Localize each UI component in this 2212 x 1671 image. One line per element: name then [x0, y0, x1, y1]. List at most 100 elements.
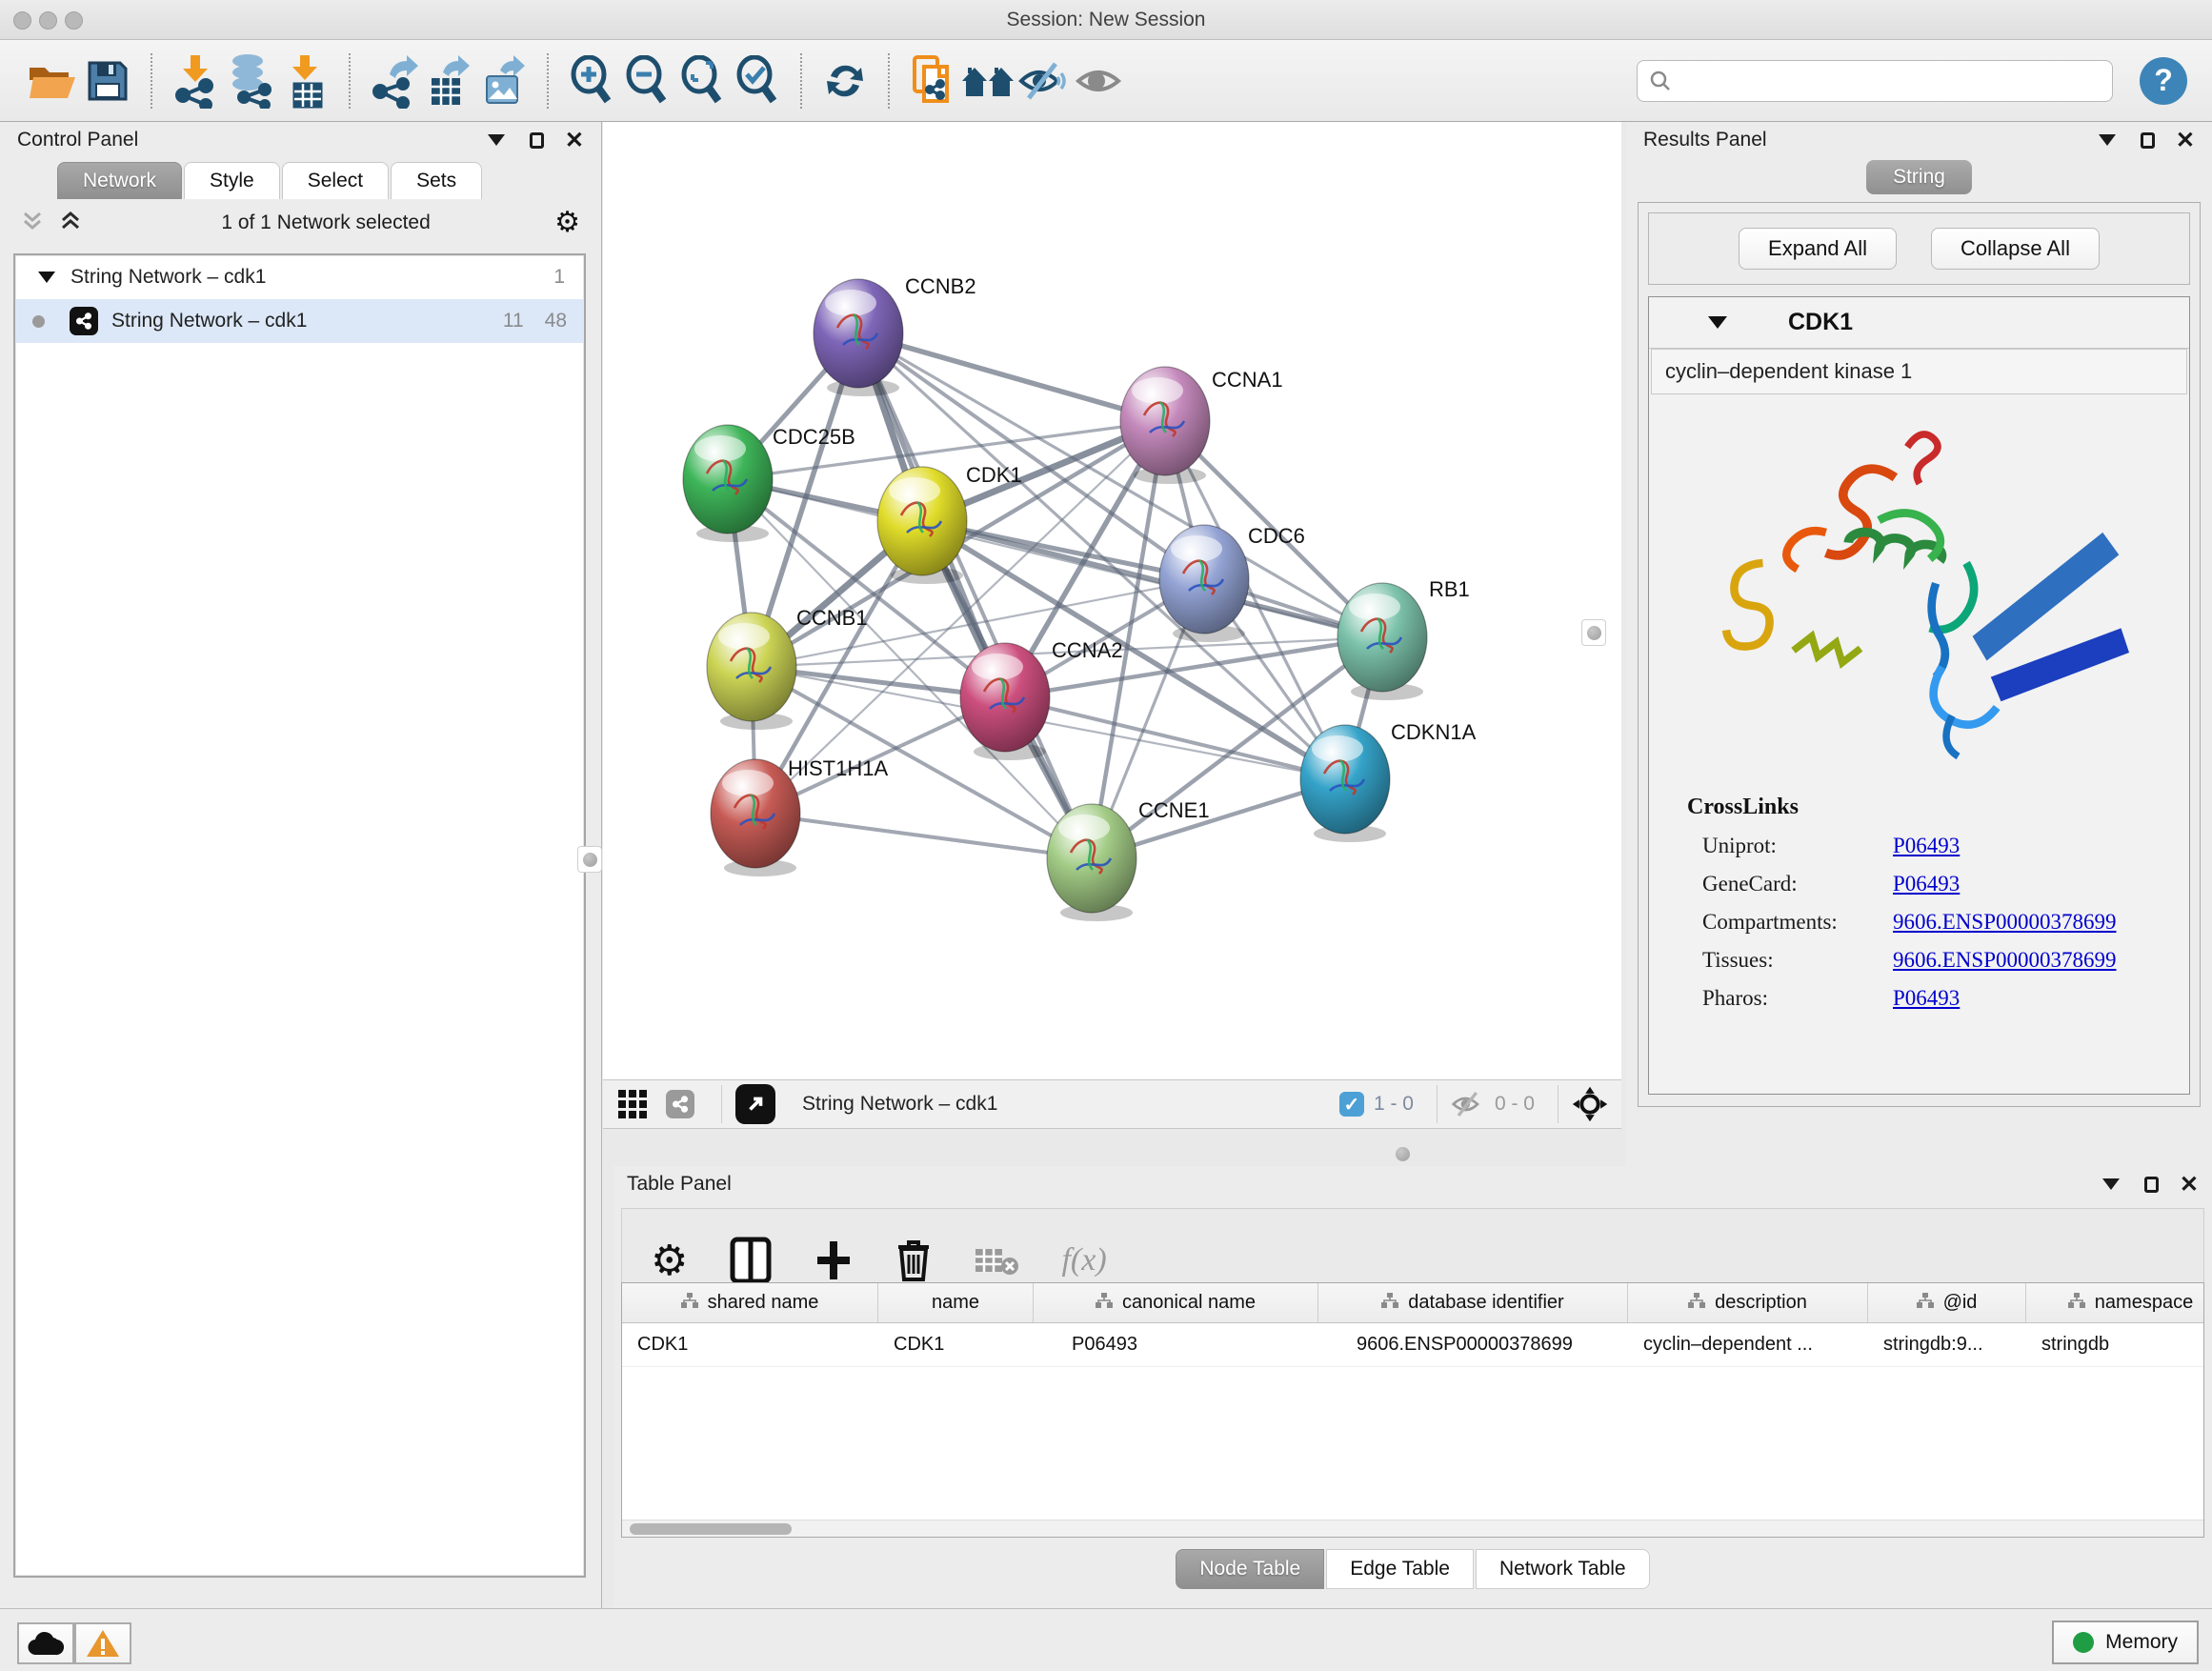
detach-view-icon[interactable]: [735, 1084, 775, 1124]
column-header--id[interactable]: @id: [1868, 1283, 2026, 1322]
network-node-HIST1H1A[interactable]: HIST1H1A: [711, 756, 888, 876]
column-header-canonical-name[interactable]: canonical name: [1034, 1283, 1318, 1322]
network-collection-row[interactable]: String Network – cdk1 1: [15, 255, 584, 299]
panel-float-icon[interactable]: [530, 132, 544, 149]
selected-checkbox-icon[interactable]: ✓: [1339, 1092, 1364, 1117]
panel-close-icon[interactable]: ✕: [565, 127, 584, 154]
cloud-status-button[interactable]: [17, 1622, 74, 1664]
expand-all-networks-icon[interactable]: [59, 211, 82, 236]
table-cell[interactable]: stringdb: [2026, 1334, 2204, 1356]
network-node-CDC25B[interactable]: CDC25B: [683, 425, 855, 542]
network-node-CDC6[interactable]: CDC6: [1159, 524, 1305, 642]
export-image-button[interactable]: [476, 50, 532, 111]
tab-node-table[interactable]: Node Table: [1176, 1549, 1324, 1589]
network-node-CCNB2[interactable]: CCNB2: [814, 274, 976, 396]
toolbar-search-field[interactable]: [1637, 60, 2113, 102]
right-splitter-handle[interactable]: [1581, 619, 1606, 646]
table-cell[interactable]: stringdb:9...: [1868, 1334, 2026, 1356]
cloud-icon: [27, 1630, 65, 1657]
table-cell[interactable]: CDK1: [622, 1334, 878, 1356]
import-network-file-button[interactable]: [168, 50, 223, 111]
apply-layout-button[interactable]: [817, 50, 873, 111]
panel-menu-icon[interactable]: [2099, 134, 2116, 146]
zoom-fit-button[interactable]: [674, 50, 730, 111]
hide-glass-button[interactable]: [1016, 50, 1071, 111]
import-network-from-database-button[interactable]: [223, 50, 278, 111]
node-details-header[interactable]: CDK1: [1649, 297, 2189, 349]
copy-network-button[interactable]: [905, 50, 960, 111]
tab-network-table[interactable]: Network Table: [1476, 1549, 1650, 1589]
crosslink-link[interactable]: P06493: [1893, 872, 1960, 896]
tab-select[interactable]: Select: [282, 162, 389, 199]
crosslink-link[interactable]: 9606.ENSP00000378699: [1893, 948, 2117, 973]
search-input[interactable]: [1672, 70, 2081, 91]
help-button[interactable]: ?: [2140, 57, 2187, 105]
crosslink-label: Compartments:: [1702, 910, 1893, 935]
delete-column-trash-icon[interactable]: [895, 1238, 932, 1283]
show-columns-icon[interactable]: [730, 1237, 772, 1284]
column-header-description[interactable]: description: [1628, 1283, 1868, 1322]
panel-menu-icon[interactable]: [2102, 1178, 2120, 1190]
birdseye-crosshair-icon[interactable]: [1572, 1086, 1608, 1122]
left-splitter-handle[interactable]: [577, 846, 602, 873]
import-table-button[interactable]: [278, 50, 333, 111]
network-row[interactable]: String Network – cdk1 11 48: [15, 299, 584, 343]
show-glass-button[interactable]: [1071, 50, 1126, 111]
expand-all-button[interactable]: Expand All: [1739, 228, 1897, 270]
horizontal-splitter-handle[interactable]: [1389, 1145, 1416, 1162]
warnings-button[interactable]: [74, 1622, 131, 1664]
string-home-button[interactable]: [960, 50, 1016, 111]
network-node-RB1[interactable]: RB1: [1337, 577, 1470, 700]
delete-table-icon[interactable]: [974, 1243, 1019, 1278]
table-horizontal-scrollbar[interactable]: [622, 1520, 2203, 1537]
export-table-button[interactable]: [421, 50, 476, 111]
export-network-button[interactable]: [366, 50, 421, 111]
panel-close-icon[interactable]: ✕: [2176, 127, 2195, 154]
column-header-name[interactable]: name: [878, 1283, 1034, 1322]
panel-float-icon[interactable]: [2141, 132, 2155, 149]
zoom-out-button[interactable]: [619, 50, 674, 111]
crosslink-link[interactable]: 9606.ENSP00000378699: [1893, 910, 2117, 935]
function-builder-icon[interactable]: f(x): [1061, 1242, 1106, 1278]
table-row[interactable]: CDK1CDK1P064939606.ENSP00000378699cyclin…: [622, 1323, 2203, 1367]
tab-string[interactable]: String: [1866, 160, 1972, 194]
details-collapse-icon[interactable]: [1708, 316, 1727, 329]
tab-edge-table[interactable]: Edge Table: [1326, 1549, 1474, 1589]
add-column-icon[interactable]: [814, 1238, 854, 1283]
network-node-CCNA1[interactable]: CCNA1: [1120, 367, 1283, 484]
open-session-button[interactable]: [25, 50, 80, 111]
scrollbar-thumb[interactable]: [630, 1523, 792, 1535]
memory-button[interactable]: Memory: [2052, 1621, 2199, 1664]
panel-menu-icon[interactable]: [488, 134, 505, 146]
column-header-database-identifier[interactable]: database identifier: [1318, 1283, 1628, 1322]
collapse-all-button[interactable]: Collapse All: [1931, 228, 2100, 270]
table-cell[interactable]: cyclin–dependent ...: [1628, 1334, 1868, 1356]
table-cell[interactable]: 9606.ENSP00000378699: [1318, 1334, 1628, 1356]
table-options-gear-icon[interactable]: ⚙: [651, 1237, 688, 1285]
collection-collapse-icon[interactable]: [38, 272, 55, 283]
panel-close-icon[interactable]: ✕: [2180, 1171, 2199, 1198]
collapse-all-networks-icon[interactable]: [21, 211, 44, 236]
crosslink-link[interactable]: P06493: [1893, 986, 1960, 1011]
column-header-shared-name[interactable]: shared name: [622, 1283, 878, 1322]
network-canvas[interactable]: CCNB2CCNA1CDC25BCDK1CDC6RB1CCNB1CCNA2CDK…: [603, 122, 1621, 1079]
table-cell[interactable]: CDK1: [878, 1334, 1034, 1356]
network-node-CDKN1A[interactable]: CDKN1A: [1300, 720, 1477, 842]
table-cell[interactable]: P06493: [1034, 1334, 1318, 1356]
grid-view-icon[interactable]: [616, 1088, 649, 1120]
hidden-eye-slash-icon[interactable]: [1451, 1090, 1485, 1118]
network-node-CCNE1[interactable]: CCNE1: [1047, 798, 1210, 921]
network-node-CCNB1[interactable]: CCNB1: [707, 606, 868, 730]
zoom-in-button[interactable]: [564, 50, 619, 111]
network-options-gear-icon[interactable]: ⚙: [554, 209, 580, 237]
crosslink-link[interactable]: P06493: [1893, 834, 1960, 858]
save-session-button[interactable]: [80, 50, 135, 111]
panel-float-icon[interactable]: [2144, 1177, 2159, 1193]
zoom-selected-button[interactable]: [730, 50, 785, 111]
tab-sets[interactable]: Sets: [391, 162, 482, 199]
control-panel-title: Control Panel: [17, 129, 138, 151]
tab-style[interactable]: Style: [184, 162, 280, 199]
tab-network[interactable]: Network: [57, 162, 182, 199]
network-view-share-icon[interactable]: [666, 1090, 694, 1118]
column-header-namespace[interactable]: namespace: [2026, 1283, 2204, 1322]
